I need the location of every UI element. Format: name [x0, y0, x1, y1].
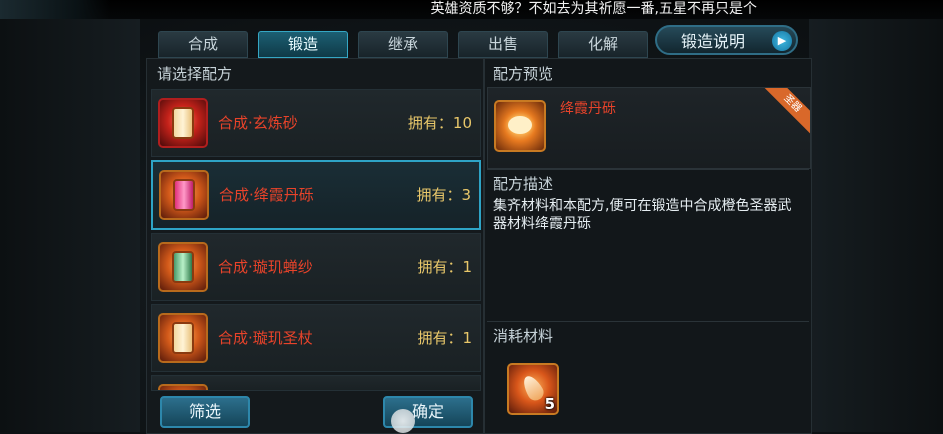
- top-bar: 英雄资质不够？不如去为其祈愿一番,五星不再只是个: [0, 0, 943, 19]
- crystal-material-icon[interactable]: [494, 100, 546, 152]
- tab-inherit[interactable]: 继承: [358, 31, 448, 58]
- red-scroll-icon: [158, 98, 208, 148]
- filter-button[interactable]: 筛选: [160, 396, 250, 428]
- recipe-item[interactable]: 合成·玄炼砂 拥有：10: [151, 89, 481, 157]
- recipe-name: 合成·绛霞丹砾: [219, 186, 314, 204]
- recipe-description: 集齐材料和本配方,便可在锻造中合成橙色圣器武器材料绛霞丹砾: [493, 198, 792, 232]
- divider: [487, 169, 809, 170]
- recipe-name: 合成·玄炼砂: [218, 114, 298, 132]
- recipe-list-panel: 请选择配方 合成·玄炼砂 拥有：10 合成·绛霞丹砾 拥有：3 合成·璇玑蝉纱 …: [146, 58, 484, 434]
- preview-box: 绛霞丹砾 圣器: [487, 87, 811, 169]
- tab-dissolve[interactable]: 化解: [558, 31, 648, 58]
- materials-title: 消耗材料: [493, 327, 554, 345]
- recipe-list-title: 请选择配方: [157, 65, 233, 83]
- recipe-name: 合成·璇玑圣杖: [218, 329, 313, 347]
- recipe-item[interactable]: 合成·璇玑蝉纱 拥有：1: [151, 233, 481, 301]
- green-scroll-icon: [158, 242, 208, 292]
- forge-help-label: 锻造说明: [681, 32, 746, 51]
- recipe-list: 合成·玄炼砂 拥有：10 合成·绛霞丹砾 拥有：3 合成·璇玑蝉纱 拥有：1 合…: [151, 89, 481, 394]
- feather-material-icon[interactable]: 5: [507, 363, 559, 415]
- frame-decoration-right: [809, 19, 943, 432]
- forge-help-button[interactable]: 锻造说明 ▶: [655, 25, 798, 55]
- recipe-count: 拥有：1: [417, 329, 472, 347]
- recipe-count: 拥有：3: [416, 186, 471, 204]
- recipe-count: 拥有：10: [407, 114, 472, 132]
- holy-item-ribbon: 圣器: [758, 88, 810, 138]
- corner-ornament: [0, 0, 110, 19]
- divider: [487, 321, 809, 322]
- marquee-notice: 英雄资质不够？不如去为其祈愿一番,五星不再只是个: [430, 1, 757, 17]
- orange-scroll-icon: [158, 313, 208, 363]
- material-quantity: 5: [544, 395, 555, 413]
- frame-decoration-left: [0, 19, 140, 432]
- description-title: 配方描述: [493, 175, 554, 193]
- recipe-count: 拥有：1: [417, 258, 472, 276]
- tab-synthesis[interactable]: 合成: [158, 31, 248, 58]
- preview-item-name: 绛霞丹砾: [560, 101, 616, 117]
- tab-bar: 合成 锻造 继承 出售 化解: [158, 31, 648, 58]
- recipe-name: 合成·璇玑蝉纱: [218, 258, 313, 276]
- tab-sell[interactable]: 出售: [458, 31, 548, 58]
- recipe-item[interactable]: 合成·璇玑圣杖 拥有：1: [151, 304, 481, 372]
- recipe-item-selected[interactable]: 合成·绛霞丹砾 拥有：3: [151, 160, 481, 230]
- touch-cursor: [391, 409, 415, 433]
- pink-scroll-icon: [159, 170, 209, 220]
- recipe-item-partial[interactable]: [151, 375, 481, 391]
- play-arrow-icon: ▶: [772, 31, 792, 51]
- orange-scroll-icon: [158, 384, 208, 390]
- recipe-detail-panel: 配方预览 绛霞丹砾 圣器 配方描述 集齐材料和本配方,便可在锻造中合成橙色圣器武…: [484, 58, 812, 434]
- tab-forge[interactable]: 锻造: [258, 31, 348, 58]
- preview-title: 配方预览: [493, 65, 554, 83]
